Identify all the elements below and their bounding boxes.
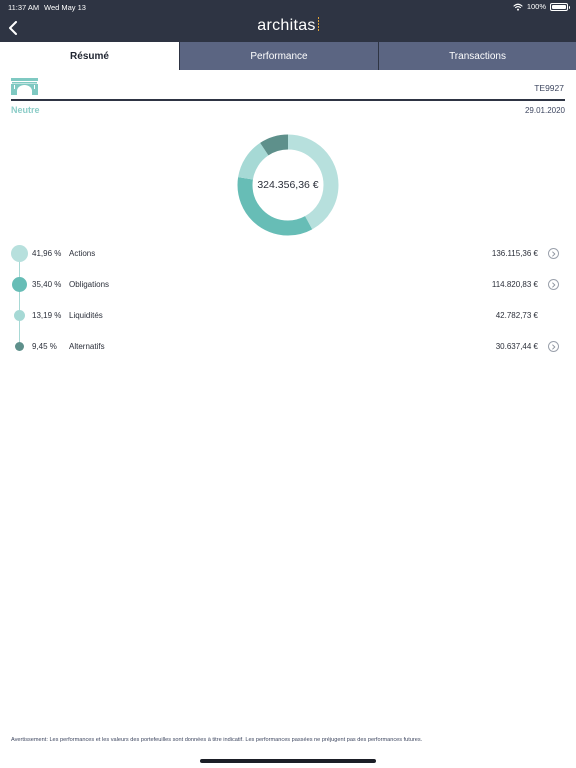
allocation-percent: 9,45 % bbox=[32, 342, 57, 351]
allocation-percent: 35,40 % bbox=[32, 280, 62, 289]
allocation-dot bbox=[12, 277, 27, 292]
allocation-name: Actions bbox=[69, 249, 96, 258]
allocation-name: Alternatifs bbox=[69, 342, 105, 351]
nav-bar: architas bbox=[0, 14, 576, 42]
brand-mark-icon bbox=[317, 17, 319, 32]
tab-resume[interactable]: Résumé bbox=[0, 42, 179, 70]
allocation-name: Liquidités bbox=[69, 311, 103, 320]
detail-button-obligations[interactable] bbox=[548, 279, 559, 290]
tab-performance[interactable]: Performance bbox=[180, 42, 378, 70]
allocation-row-alternatifs: 9,45 % Alternatifs 30.637,44 € bbox=[0, 331, 576, 362]
allocation-value: 30.637,44 € bbox=[495, 342, 538, 351]
battery-icon bbox=[550, 2, 570, 11]
chevron-right-icon bbox=[552, 250, 556, 257]
chevron-right-icon bbox=[552, 343, 556, 350]
allocation-dot bbox=[14, 310, 25, 321]
allocation-value: 136.115,36 € bbox=[491, 249, 538, 258]
allocation-row-liquidites: 13,19 % Liquidités 42.782,73 € bbox=[0, 300, 576, 331]
disclaimer-text: Avertissement: Les performances et les v… bbox=[11, 737, 423, 743]
portfolio-header: TE9927 bbox=[11, 76, 565, 101]
battery-percent: 100% bbox=[526, 2, 546, 11]
portfolio-total: 324.356,36 € bbox=[257, 179, 319, 191]
valuation-date: 29.01.2020 bbox=[524, 106, 565, 115]
allocation-dot bbox=[15, 342, 24, 351]
tab-bar: Résumé Performance Transactions bbox=[0, 42, 576, 70]
allocation-dot bbox=[11, 245, 28, 262]
portfolio-code: TE9927 bbox=[534, 83, 564, 93]
status-date: Wed May 13 bbox=[44, 3, 86, 12]
detail-button-actions[interactable] bbox=[548, 248, 559, 259]
brand-logo: architas bbox=[0, 17, 576, 35]
allocation-row-actions: 41,96 % Actions 136.115,36 € bbox=[0, 238, 576, 269]
allocation-percent: 13,19 % bbox=[32, 311, 62, 320]
detail-button-alternatifs[interactable] bbox=[548, 341, 559, 352]
status-bar: 11:37 AM Wed May 13 100% bbox=[0, 0, 576, 14]
status-time: 11:37 AM bbox=[8, 3, 40, 12]
allocation-value: 114.820,83 € bbox=[491, 280, 538, 289]
allocation-percent: 41,96 % bbox=[32, 249, 62, 258]
bridge-icon bbox=[11, 78, 38, 95]
risk-profile: Neutre bbox=[11, 105, 40, 115]
tab-transactions[interactable]: Transactions bbox=[379, 42, 576, 70]
chevron-right-icon bbox=[552, 281, 556, 288]
allocation-list: 41,96 % Actions 136.115,36 € 35,40 % Obl… bbox=[0, 238, 576, 362]
allocation-name: Obligations bbox=[69, 280, 110, 289]
brand-name: architas bbox=[257, 17, 316, 34]
allocation-row-obligations: 35,40 % Obligations 114.820,83 € bbox=[0, 269, 576, 300]
status-right: 100% bbox=[513, 2, 570, 11]
wifi-icon bbox=[513, 3, 523, 11]
allocation-value: 42.782,73 € bbox=[495, 311, 538, 320]
home-indicator[interactable] bbox=[200, 759, 376, 763]
